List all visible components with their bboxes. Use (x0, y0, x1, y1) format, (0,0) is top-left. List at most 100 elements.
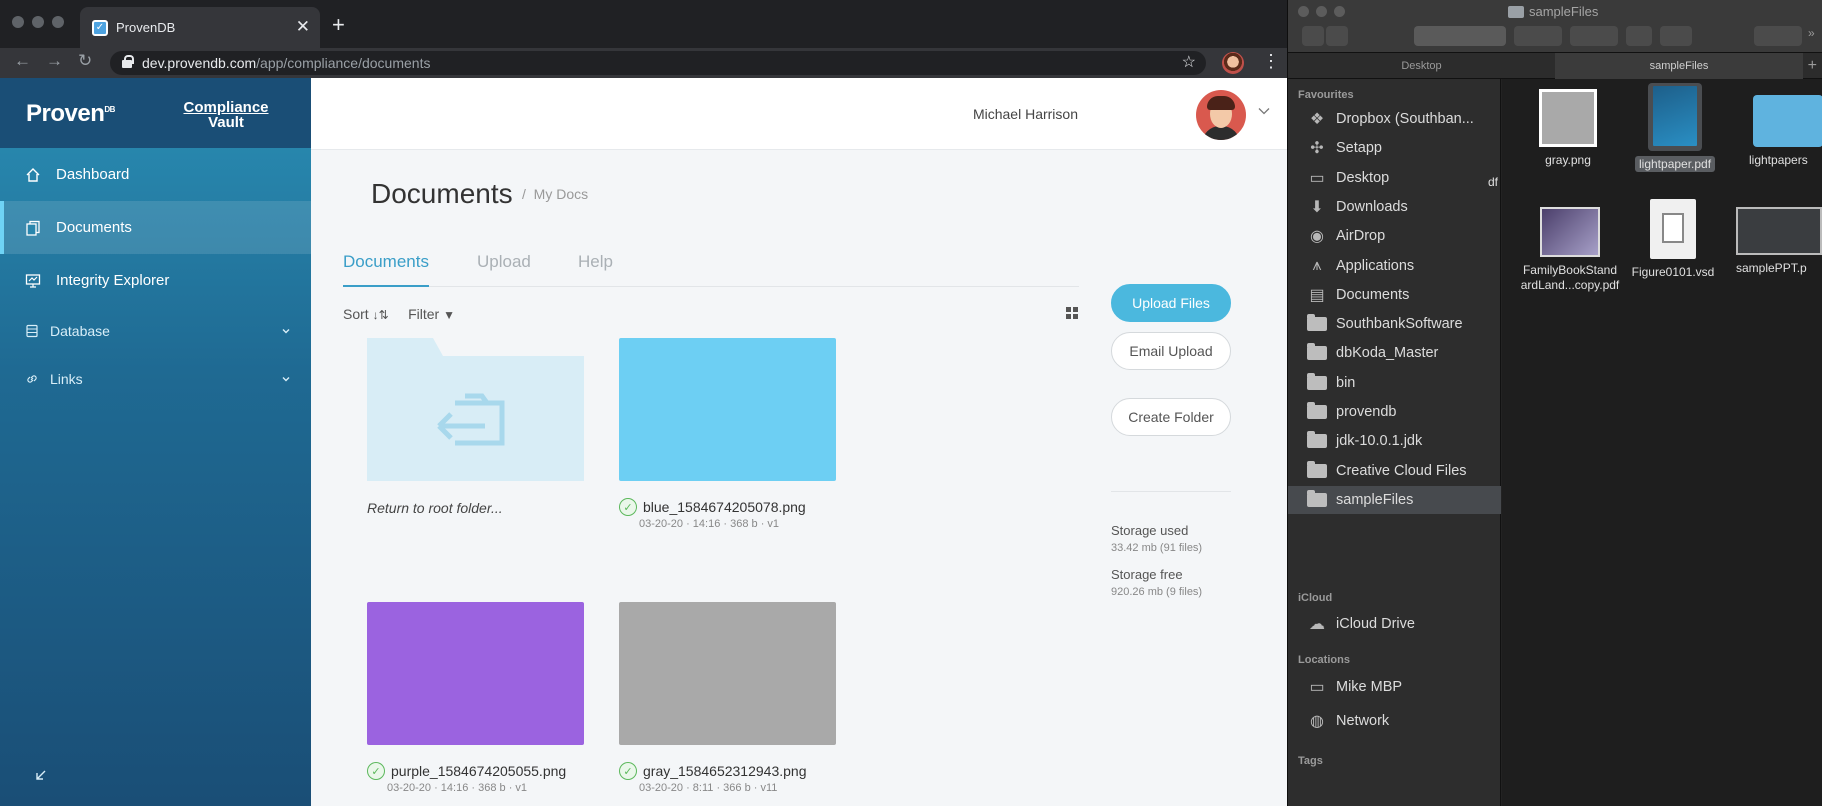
finder-file[interactable]: FamilyBookStand ardLand...copy.pdf (1520, 207, 1620, 293)
chevron-down-icon[interactable] (281, 371, 291, 387)
finder-sidebar-item[interactable]: ▤ Documents (1288, 281, 1501, 309)
finder-sidebar-item[interactable]: SouthbankSoftware (1288, 310, 1501, 338)
finder-sidebar-item[interactable]: ⬇ Downloads (1288, 193, 1501, 221)
browser-window: ✓ ProvenDB ✕ + ← → ↻ dev.provendb.com/ap… (0, 0, 1287, 806)
view-mode-segmented[interactable] (1414, 26, 1506, 46)
home-icon (24, 166, 42, 184)
finder-sidebar-item[interactable]: jdk-10.0.1.jdk (1288, 427, 1501, 455)
folder-icon (1306, 314, 1328, 333)
new-finder-tab-button[interactable]: + (1808, 57, 1817, 75)
finder-sidebar-item[interactable]: ☁ iCloud Drive (1288, 610, 1501, 638)
filter-icon: ▼ (443, 308, 455, 322)
user-name[interactable]: Michael Harrison (973, 106, 1078, 122)
browser-tab[interactable]: ✓ ProvenDB ✕ (80, 7, 320, 48)
minimize-window-button[interactable] (32, 16, 44, 28)
finder-sidebar-item[interactable]: sampleFiles (1288, 485, 1501, 514)
address-bar[interactable]: dev.provendb.com/app/compliance/document… (110, 51, 1206, 75)
finder-sidebar-item[interactable]: ◉ AirDrop (1288, 222, 1501, 250)
tab-title: ProvenDB (116, 20, 176, 35)
collapse-sidebar-icon[interactable] (34, 768, 48, 787)
brand-header: ProvenDB Compliance Vault (0, 78, 311, 148)
gear-icon[interactable] (1570, 26, 1618, 46)
finder-sidebar-item[interactable]: Creative Cloud Files (1288, 457, 1501, 485)
app-sidebar: ProvenDB Compliance Vault Dashboard Docu… (0, 78, 311, 806)
finder-file[interactable]: lightpapers (1739, 89, 1822, 168)
finder-tab-desktop[interactable]: Desktop (1288, 53, 1555, 79)
file-meta: 03-20-20 · 14:16 · 368 b · v1 (387, 782, 528, 794)
forward-button[interactable] (1326, 26, 1348, 46)
grid-view-icon[interactable] (1066, 307, 1078, 319)
finder-file[interactable]: Figure0101.vsd (1625, 199, 1721, 280)
chevron-down-icon[interactable] (1257, 104, 1271, 123)
finder-file[interactable]: df (1488, 175, 1518, 190)
finder-file[interactable]: gray.png (1530, 89, 1606, 168)
finder-sidebar-item[interactable]: ❖ Dropbox (Southban... (1288, 105, 1501, 133)
close-window-button[interactable] (12, 16, 24, 28)
breadcrumb-my-docs[interactable]: My Docs (534, 186, 588, 202)
close-window-button[interactable] (1298, 6, 1309, 17)
nav-integrity-explorer[interactable]: Integrity Explorer (0, 254, 311, 307)
finder-tab-samplefiles[interactable]: sampleFiles (1555, 53, 1803, 79)
forward-icon[interactable]: → (46, 51, 63, 71)
tab-help[interactable]: Help (578, 252, 613, 287)
documents-icon (24, 219, 42, 237)
finder-sidebar-item[interactable]: ▭ Mike MBP (1288, 673, 1501, 701)
folder-caption: Return to root folder... (367, 500, 503, 516)
dropbox-icon: ❖ (1309, 111, 1325, 128)
folder-icon (1306, 489, 1328, 509)
verified-check-icon: ✓ (367, 762, 385, 780)
user-avatar[interactable] (1196, 90, 1246, 140)
nav-dashboard[interactable]: Dashboard (0, 148, 311, 201)
email-upload-button[interactable]: Email Upload (1111, 332, 1231, 370)
finder-sidebar-item[interactable]: ▭ Desktop (1288, 164, 1501, 192)
nav-label: Documents (56, 219, 132, 236)
tag-icon[interactable] (1660, 26, 1692, 46)
nav-links[interactable]: Links (0, 359, 311, 399)
new-tab-button[interactable]: + (332, 12, 345, 38)
dropbox-icon[interactable] (1754, 26, 1802, 46)
profile-avatar[interactable] (1222, 52, 1244, 74)
finder-sidebar-item[interactable]: bin (1288, 369, 1501, 397)
tab-upload[interactable]: Upload (477, 252, 531, 287)
filter-button[interactable]: Filter ▼ (408, 306, 455, 322)
tab-documents[interactable]: Documents (343, 252, 429, 287)
nav-label: Integrity Explorer (56, 272, 170, 289)
finder-sidebar-item[interactable]: dbKoda_Master (1288, 339, 1501, 367)
finder-file-selected[interactable]: lightpaper.pdf (1635, 83, 1716, 172)
file-card[interactable]: ✓ blue_1584674205078.png 03-20-20 · 14:16… (619, 338, 836, 530)
storage-used-value: 33.42 mb (91 files) (1111, 542, 1203, 554)
bookmark-star-icon[interactable]: ☆ (1182, 52, 1196, 72)
section-locations: Locations (1298, 654, 1350, 666)
finder-sidebar-item[interactable]: ✣ Setapp (1288, 134, 1501, 162)
group-button[interactable] (1514, 26, 1562, 46)
provendb-logo[interactable]: ProvenDB (26, 100, 115, 128)
create-folder-button[interactable]: Create Folder (1111, 398, 1231, 436)
file-card[interactable]: ✓ gray_1584652312943.png 03-20-20 · 8:11 … (619, 602, 836, 794)
zoom-window-button[interactable] (52, 16, 64, 28)
zoom-window-button[interactable] (1334, 6, 1345, 17)
finder-sidebar-item[interactable]: ◍ Network (1288, 707, 1501, 735)
finder-file[interactable]: samplePPT.p (1736, 207, 1822, 276)
verified-check-icon: ✓ (619, 762, 637, 780)
upload-files-button[interactable]: Upload Files (1111, 284, 1231, 322)
chevron-down-icon[interactable] (281, 323, 291, 339)
back-button[interactable] (1302, 26, 1324, 46)
nav-documents[interactable]: Documents (0, 201, 311, 254)
browser-menu-icon[interactable]: ⋮ (1262, 51, 1280, 72)
nav-database[interactable]: Database (0, 311, 311, 351)
more-toolbar-icon[interactable]: » (1808, 26, 1815, 40)
sort-button[interactable]: Sort ↓⇅ (343, 306, 389, 322)
section-icloud: iCloud (1298, 592, 1333, 604)
file-card[interactable]: ✓ purple_1584674205055.png 03-20-20 · 14:… (367, 602, 584, 794)
share-icon[interactable] (1626, 26, 1652, 46)
finder-sidebar-item[interactable]: ⩚ Applications (1288, 252, 1501, 280)
file-meta: 03-20-20 · 14:16 · 368 b · v1 (639, 518, 780, 530)
pdf-thumbnail (1540, 207, 1600, 257)
back-icon[interactable]: ← (14, 51, 31, 71)
close-tab-icon[interactable]: ✕ (296, 17, 310, 37)
file-name: gray_1584652312943.png (643, 763, 807, 779)
finder-sidebar-item[interactable]: provendb (1288, 398, 1501, 426)
url-text: dev.provendb.com/app/compliance/document… (142, 55, 431, 71)
minimize-window-button[interactable] (1316, 6, 1327, 17)
reload-icon[interactable]: ↻ (78, 51, 92, 71)
